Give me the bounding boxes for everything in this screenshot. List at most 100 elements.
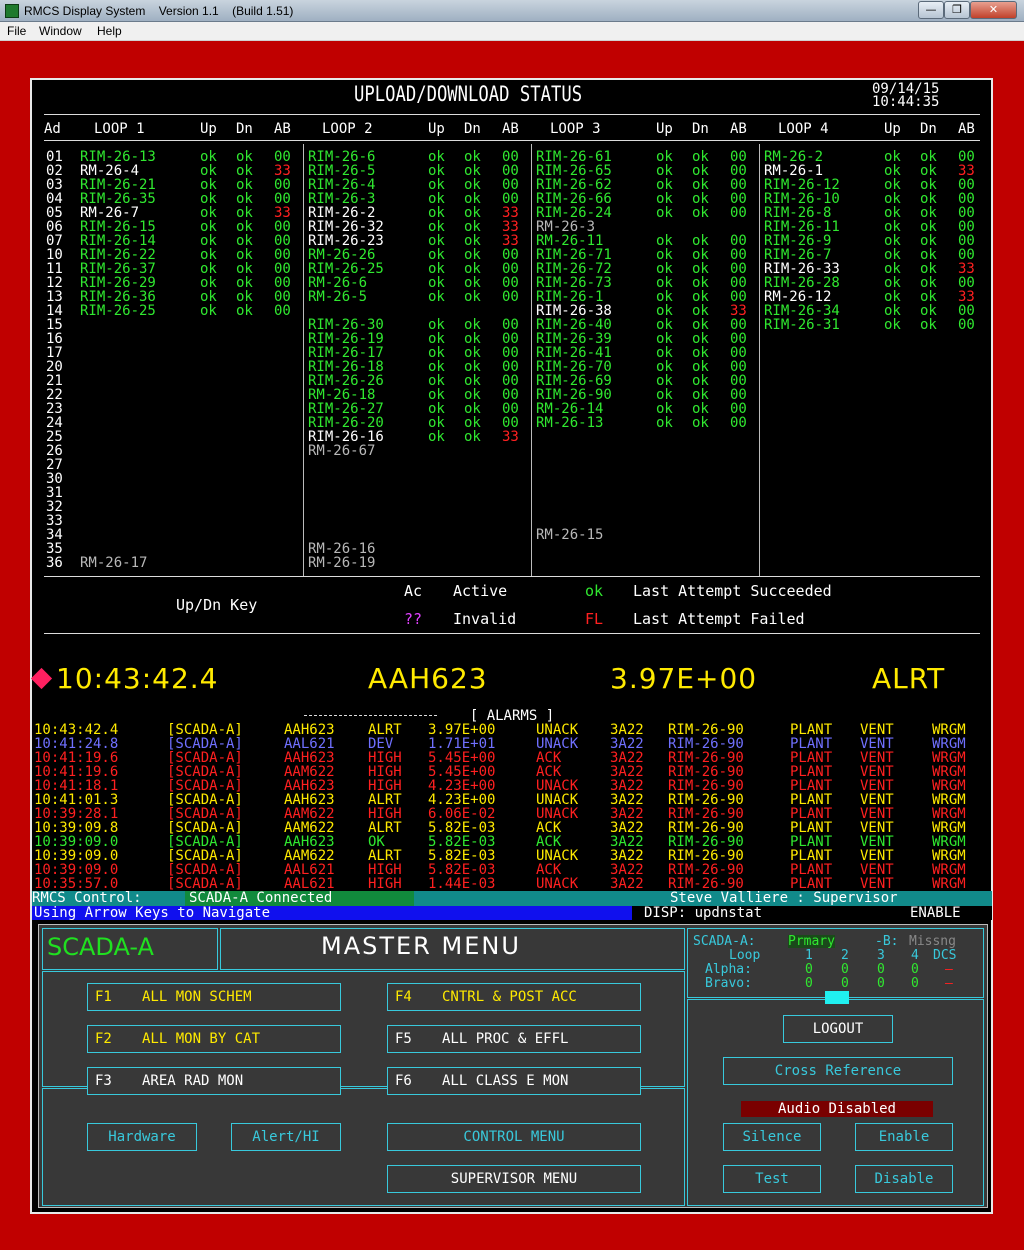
hardware-button[interactable]: Hardware [87,1123,197,1151]
rim-row[interactable]: RIM-26-9 ok ok 00 [764,234,984,248]
control-menu-button[interactable]: CONTROL MENU [387,1123,641,1151]
rim-row[interactable]: RIM-26-22 ok ok 00 [80,248,300,262]
rim-row[interactable]: RIM-26-23 ok ok 33 [308,234,528,248]
rim-row[interactable]: RIM-26-25 ok ok 00 [80,304,300,318]
rim-row[interactable]: RIM-26-4 ok ok 00 [308,178,528,192]
rim-row[interactable]: RIM-26-62 ok ok 00 [536,178,756,192]
rim-row[interactable]: RIM-26-13 ok ok 00 [80,150,300,164]
rim-row[interactable]: RIM-26-6 ok ok 00 [308,150,528,164]
rim-row[interactable]: RIM-26-15 ok ok 00 [80,220,300,234]
rim-row[interactable]: RIM-26-65 ok ok 00 [536,164,756,178]
rim-row[interactable]: RIM-26-73 ok ok 00 [536,276,756,290]
rim-row[interactable]: RM-26-2 ok ok 00 [764,150,984,164]
rim-row[interactable]: RM-26-17 [80,556,300,570]
alarm-row[interactable]: 10:39:09.0 [SCADA-A] AAM622 ALRT 5.82E-03 UNA… [32,849,992,863]
rim-row[interactable]: RIM-26-19 ok ok 00 [308,332,528,346]
f2-button[interactable]: F2 ALL MON BY CAT [87,1025,341,1053]
silence-button[interactable]: Silence [723,1123,821,1151]
alarm-row[interactable]: 10:39:09.0 [SCADA-A] AAH623 OK 5.82E-03 ACK 3A… [32,835,992,849]
rim-row[interactable]: RIM-26-20 ok ok 00 [308,416,528,430]
title-bar[interactable]: RMCS Display System Version 1.1 (Build 1… [0,0,1024,22]
rim-row[interactable]: RM-26-1 ok ok 33 [764,164,984,178]
rim-row[interactable]: RIM-26-66 ok ok 00 [536,192,756,206]
rim-row[interactable]: RIM-26-38 ok ok 33 [536,304,756,318]
supervisor-menu-button[interactable]: SUPERVISOR MENU [387,1165,641,1193]
alarm-row[interactable]: 10:43:42.4 [SCADA-A] AAH623 ALRT 3.97E+00 UNA… [32,723,992,737]
f1-button[interactable]: F1 ALL MON SCHEM [87,983,341,1011]
rim-row[interactable]: RIM-26-1 ok ok 00 [536,290,756,304]
maximize-button[interactable]: ❐ [944,1,970,19]
cross-reference-button[interactable]: Cross Reference [723,1057,953,1085]
alarm-row[interactable]: 10:41:01.3 [SCADA-A] AAH623 ALRT 4.23E+00 UNA… [32,793,992,807]
rim-row[interactable]: RM-26-6 ok ok 00 [308,276,528,290]
rim-row[interactable]: RM-26-19 [308,556,528,570]
rim-row[interactable]: RM-26-11 ok ok 00 [536,234,756,248]
close-button[interactable]: ✕ [970,1,1017,19]
rim-row[interactable]: RM-26-14 ok ok 00 [536,402,756,416]
enable-button[interactable]: Enable [855,1123,953,1151]
rim-row[interactable]: RM-26-4 ok ok 33 [80,164,300,178]
rim-row[interactable]: RM-26-26 ok ok 00 [308,248,528,262]
rim-row[interactable]: RIM-26-3 ok ok 00 [308,192,528,206]
f6-button[interactable]: F6 ALL CLASS E MON [387,1067,641,1095]
alarm-row[interactable]: 10:35:57.0 [SCADA-A] AAL621 HIGH 1.44E-03 UNA… [32,877,992,891]
rim-row[interactable]: RIM-26-31 ok ok 00 [764,318,984,332]
minimize-button[interactable]: — [918,1,944,19]
rim-row[interactable]: RM-26-15 [536,528,756,542]
rim-row[interactable]: RIM-26-14 ok ok 00 [80,234,300,248]
rim-row[interactable]: RM-26-7 ok ok 33 [80,206,300,220]
rim-row[interactable]: RIM-26-40 ok ok 00 [536,318,756,332]
menu-file[interactable]: File [7,24,26,38]
alarm-row[interactable]: 10:39:09.0 [SCADA-A] AAL621 HIGH 5.82E-03 ACK… [32,863,992,877]
rim-row[interactable]: RIM-26-33 ok ok 33 [764,262,984,276]
rim-row[interactable]: RIM-26-26 ok ok 00 [308,374,528,388]
rim-row[interactable]: RIM-26-90 ok ok 00 [536,388,756,402]
rim-row[interactable]: RIM-26-34 ok ok 00 [764,304,984,318]
alert-hi-button[interactable]: Alert/HI [231,1123,341,1151]
rim-row[interactable]: RIM-26-37 ok ok 00 [80,262,300,276]
rim-row[interactable]: RIM-26-71 ok ok 00 [536,248,756,262]
rim-row[interactable]: RIM-26-30 ok ok 00 [308,318,528,332]
rim-row[interactable]: RIM-26-69 ok ok 00 [536,374,756,388]
rim-row[interactable]: RM-26-16 [308,542,528,556]
rim-row[interactable]: RIM-26-11 ok ok 00 [764,220,984,234]
rim-row[interactable]: RIM-26-32 ok ok 33 [308,220,528,234]
disable-button[interactable]: Disable [855,1165,953,1193]
rim-row[interactable]: RIM-26-39 ok ok 00 [536,332,756,346]
logout-button[interactable]: LOGOUT [783,1015,893,1043]
rim-row[interactable]: RIM-26-25 ok ok 00 [308,262,528,276]
test-button[interactable]: Test [723,1165,821,1193]
rim-row[interactable]: RIM-26-21 ok ok 00 [80,178,300,192]
rim-row[interactable]: RIM-26-2 ok ok 33 [308,206,528,220]
rim-row[interactable]: RIM-26-7 ok ok 00 [764,248,984,262]
rim-row[interactable]: RM-26-18 ok ok 00 [308,388,528,402]
alarm-row[interactable]: 10:41:18.1 [SCADA-A] AAH623 HIGH 4.23E+00 UNA… [32,779,992,793]
rim-row[interactable]: RIM-26-17 ok ok 00 [308,346,528,360]
rim-row[interactable]: RIM-26-5 ok ok 00 [308,164,528,178]
f5-button[interactable]: F5 ALL PROC & EFFL [387,1025,641,1053]
alarm-row[interactable]: 10:41:19.6 [SCADA-A] AAM622 HIGH 5.45E+00 ACK… [32,765,992,779]
rim-row[interactable]: RM-26-13 ok ok 00 [536,416,756,430]
rim-row[interactable]: RM-26-3 [536,220,756,234]
alarm-row[interactable]: 10:41:24.8 [SCADA-A] AAL621 DEV 1.71E+01 UNAC… [32,737,992,751]
alarm-list[interactable]: 10:43:42.4 [SCADA-A] AAH623 ALRT 3.97E+00 UNA… [32,723,992,891]
alarm-row[interactable]: 10:39:28.1 [SCADA-A] AAM622 HIGH 6.06E-02 UNA… [32,807,992,821]
rim-row[interactable]: RIM-26-16 ok ok 33 [308,430,528,444]
rim-row[interactable]: RIM-26-35 ok ok 00 [80,192,300,206]
rim-row[interactable]: RIM-26-70 ok ok 00 [536,360,756,374]
rim-row[interactable]: RIM-26-41 ok ok 00 [536,346,756,360]
f4-button[interactable]: F4 CNTRL & POST ACC [387,983,641,1011]
rim-row[interactable]: RIM-26-24 ok ok 00 [536,206,756,220]
menu-window[interactable]: Window [39,24,82,38]
alarm-row[interactable]: 10:41:19.6 [SCADA-A] AAH623 HIGH 5.45E+00 ACK… [32,751,992,765]
rim-row[interactable]: RIM-26-27 ok ok 00 [308,402,528,416]
current-alarm-line[interactable]: 10:43:42.4 AAH623 3.97E+00 ALRT [30,662,992,698]
rim-row[interactable]: RM-26-12 ok ok 33 [764,290,984,304]
rim-row[interactable]: RM-26-67 [308,444,528,458]
rim-row[interactable]: RIM-26-18 ok ok 00 [308,360,528,374]
rim-row[interactable]: RIM-26-72 ok ok 00 [536,262,756,276]
alarm-row[interactable]: 10:39:09.8 [SCADA-A] AAM622 ALRT 5.82E-03 ACK… [32,821,992,835]
rim-row[interactable]: RIM-26-10 ok ok 00 [764,192,984,206]
f3-button[interactable]: F3 AREA RAD MON [87,1067,341,1095]
rim-row[interactable]: RIM-26-61 ok ok 00 [536,150,756,164]
